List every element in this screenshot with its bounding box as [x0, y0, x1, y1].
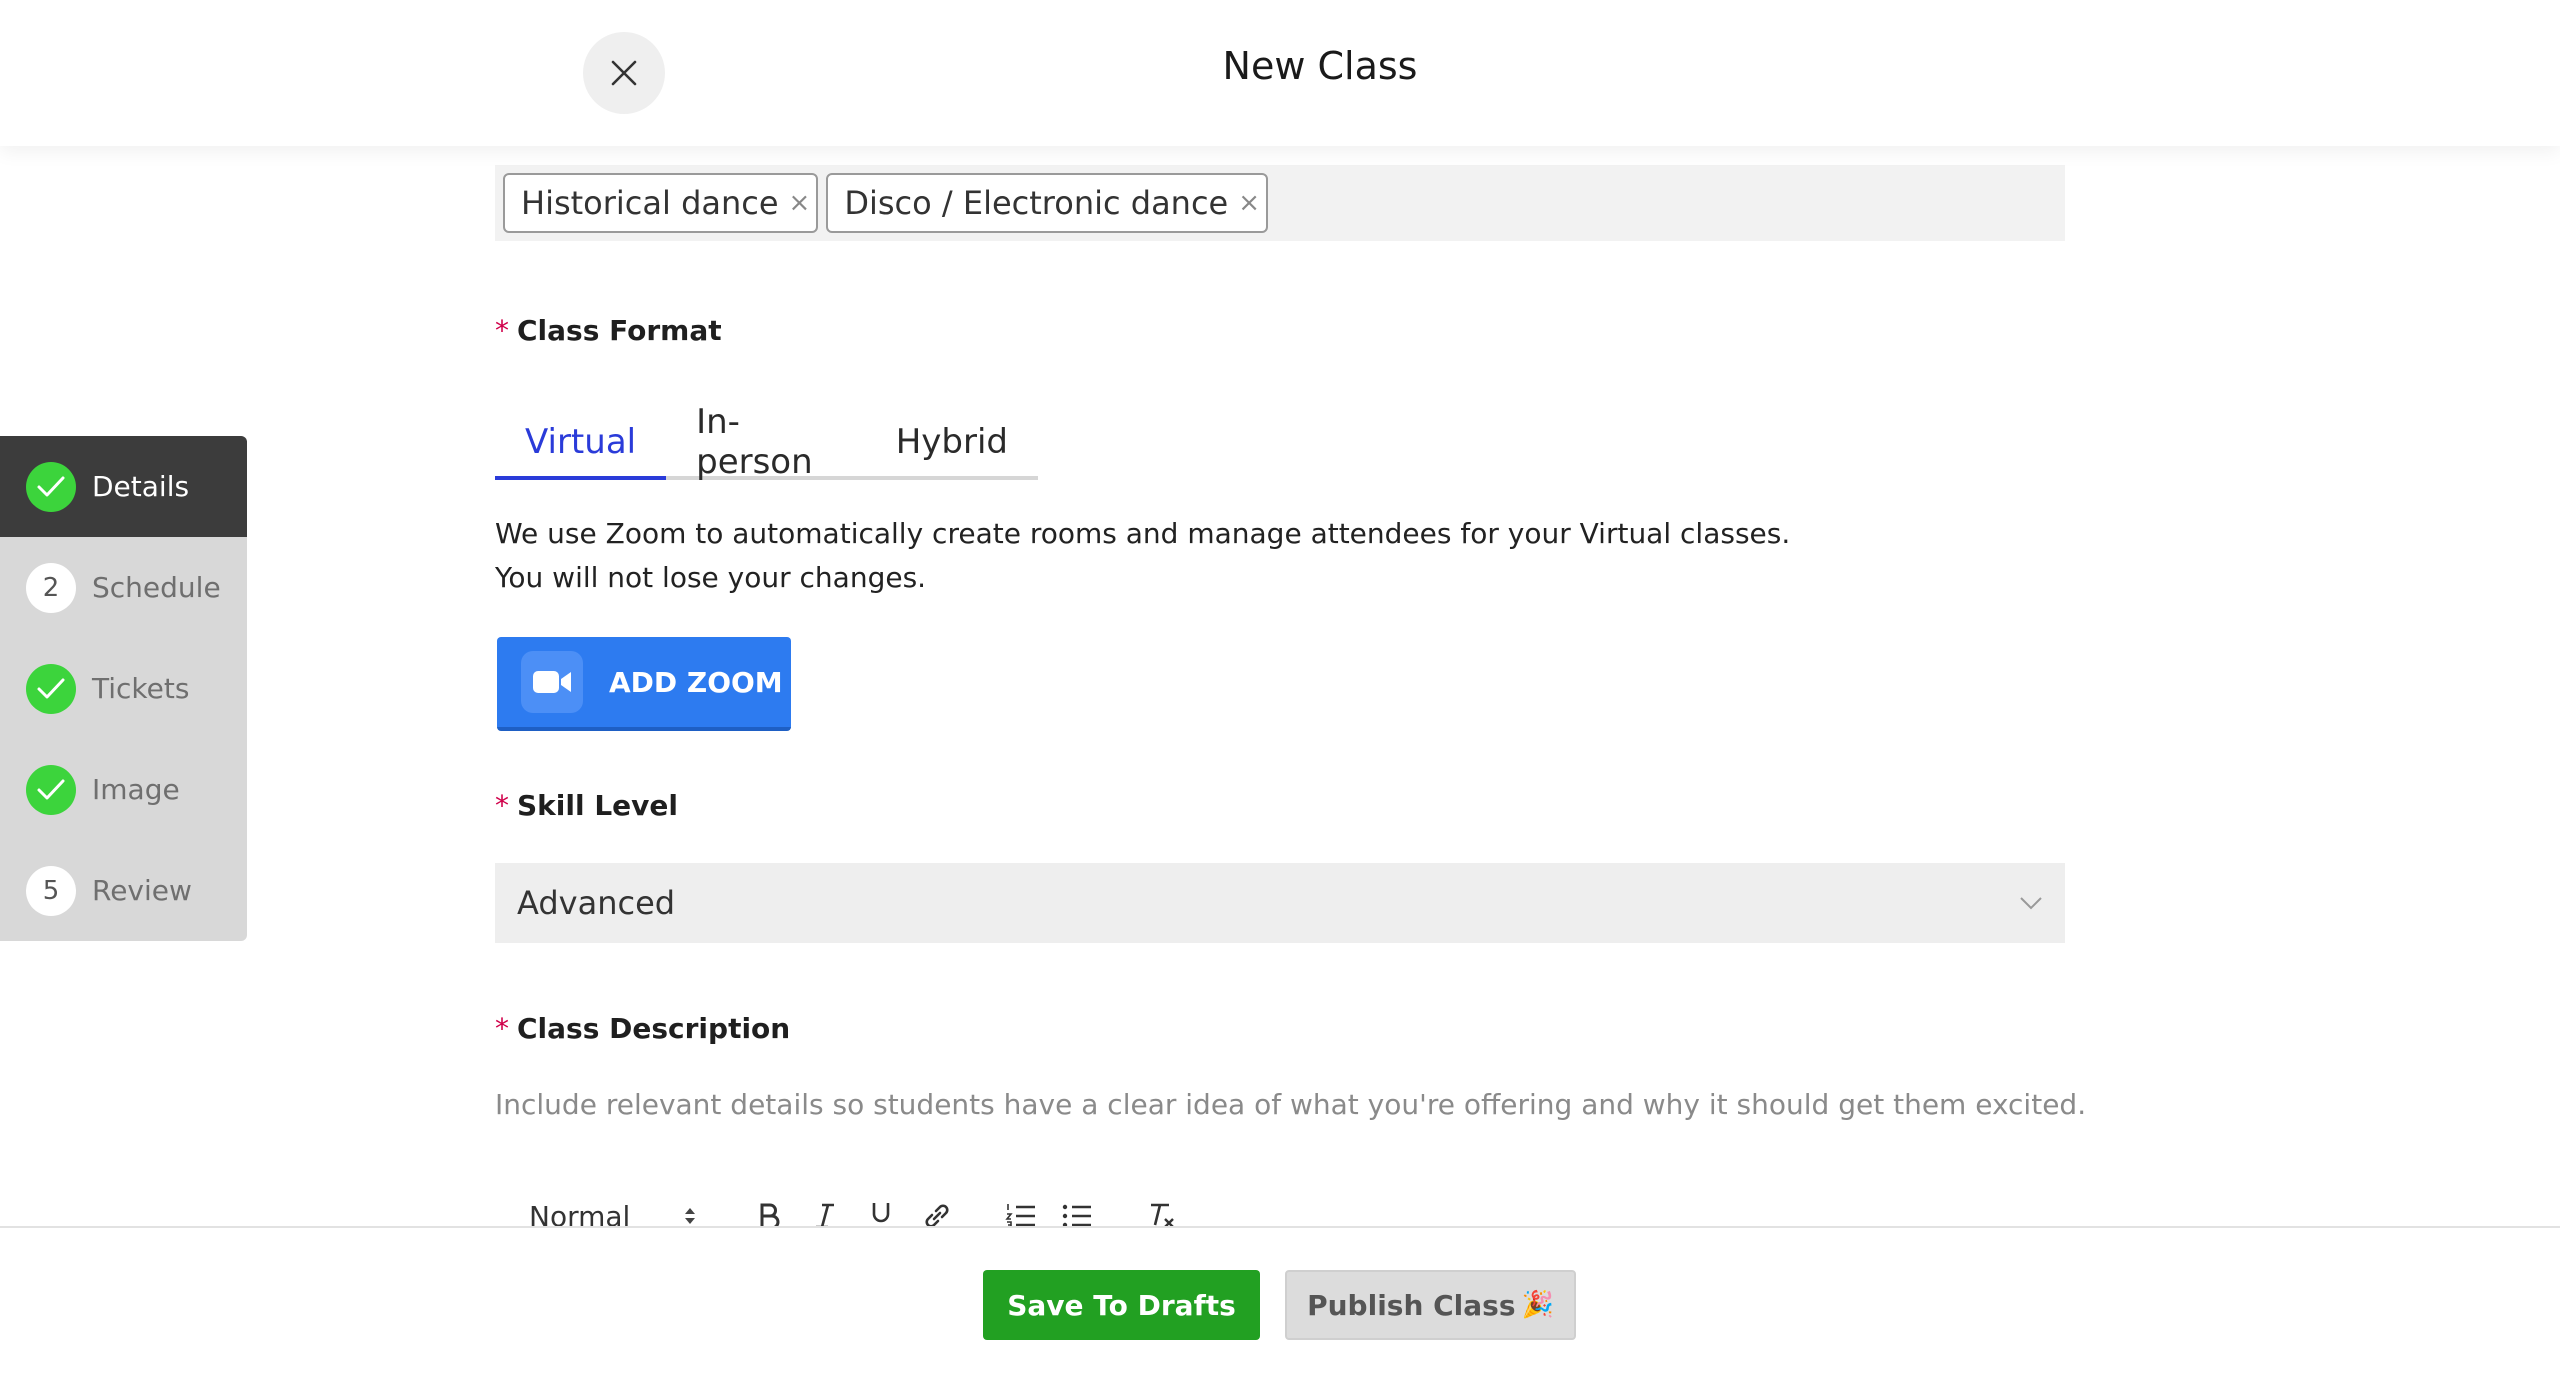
step-label: Review — [92, 874, 192, 907]
publish-label: Publish Class — [1307, 1288, 1516, 1322]
step-label: Schedule — [92, 571, 221, 604]
tab-in-person[interactable]: In-person — [666, 402, 866, 482]
tag-chip: Disco / Electronic dance × — [826, 173, 1269, 233]
chevron-down-icon — [2020, 897, 2042, 910]
check-icon — [26, 461, 76, 512]
category-tags-input[interactable]: Historical dance × Disco / Electronic da… — [495, 165, 2065, 241]
step-number: 2 — [26, 562, 76, 613]
remove-tag-icon[interactable]: × — [789, 188, 811, 218]
check-icon — [26, 663, 76, 714]
step-tickets[interactable]: Tickets — [0, 638, 247, 739]
tab-hybrid[interactable]: Hybrid — [866, 408, 1038, 476]
tag-chip: Historical dance × — [503, 173, 819, 233]
class-format-label: * Class Format — [495, 314, 722, 347]
remove-tag-icon[interactable]: × — [1238, 188, 1260, 218]
party-popper-icon: 🎉 — [1521, 1290, 1554, 1320]
sort-arrows-icon — [685, 1208, 695, 1224]
step-label: Image — [92, 773, 180, 806]
step-review[interactable]: 5 Review — [0, 840, 247, 941]
page-title: New Class — [1222, 44, 1418, 88]
class-description-label: * Class Description — [495, 1012, 791, 1045]
virtual-description: We use Zoom to automatically create room… — [495, 517, 1791, 594]
step-image[interactable]: Image — [0, 739, 247, 840]
publish-class-button[interactable]: Publish Class 🎉 — [1285, 1270, 1576, 1340]
step-number: 5 — [26, 865, 76, 916]
class-description-hint: Include relevant details so students hav… — [495, 1088, 2087, 1121]
check-icon — [26, 764, 76, 815]
required-marker: * — [495, 314, 509, 347]
tab-virtual[interactable]: Virtual — [495, 408, 667, 480]
step-details[interactable]: Details — [0, 436, 247, 537]
zoom-camera-icon — [521, 651, 583, 713]
step-label: Details — [92, 470, 190, 503]
skill-level-label: * Skill Level — [495, 789, 678, 822]
skill-level-select[interactable]: Advanced — [495, 863, 2065, 943]
skill-level-value: Advanced — [517, 884, 676, 922]
footer-bar: Save To Drafts Publish Class 🎉 — [0, 1226, 2560, 1380]
add-zoom-button[interactable]: ADD ZOOM — [497, 637, 791, 731]
required-marker: * — [495, 789, 509, 822]
progress-stepper: Details 2 Schedule Tickets Image 5 Revie… — [0, 436, 247, 941]
step-schedule[interactable]: 2 Schedule — [0, 537, 247, 638]
required-marker: * — [495, 1012, 509, 1045]
add-zoom-label: ADD ZOOM — [609, 665, 783, 699]
class-format-tabs: Virtual In-person Hybrid — [495, 402, 1038, 482]
step-label: Tickets — [92, 672, 190, 705]
save-to-drafts-button[interactable]: Save To Drafts — [983, 1270, 1260, 1340]
header-bar: New Class — [0, 0, 2560, 146]
tag-label: Historical dance — [521, 184, 779, 222]
tag-label: Disco / Electronic dance — [844, 184, 1229, 222]
